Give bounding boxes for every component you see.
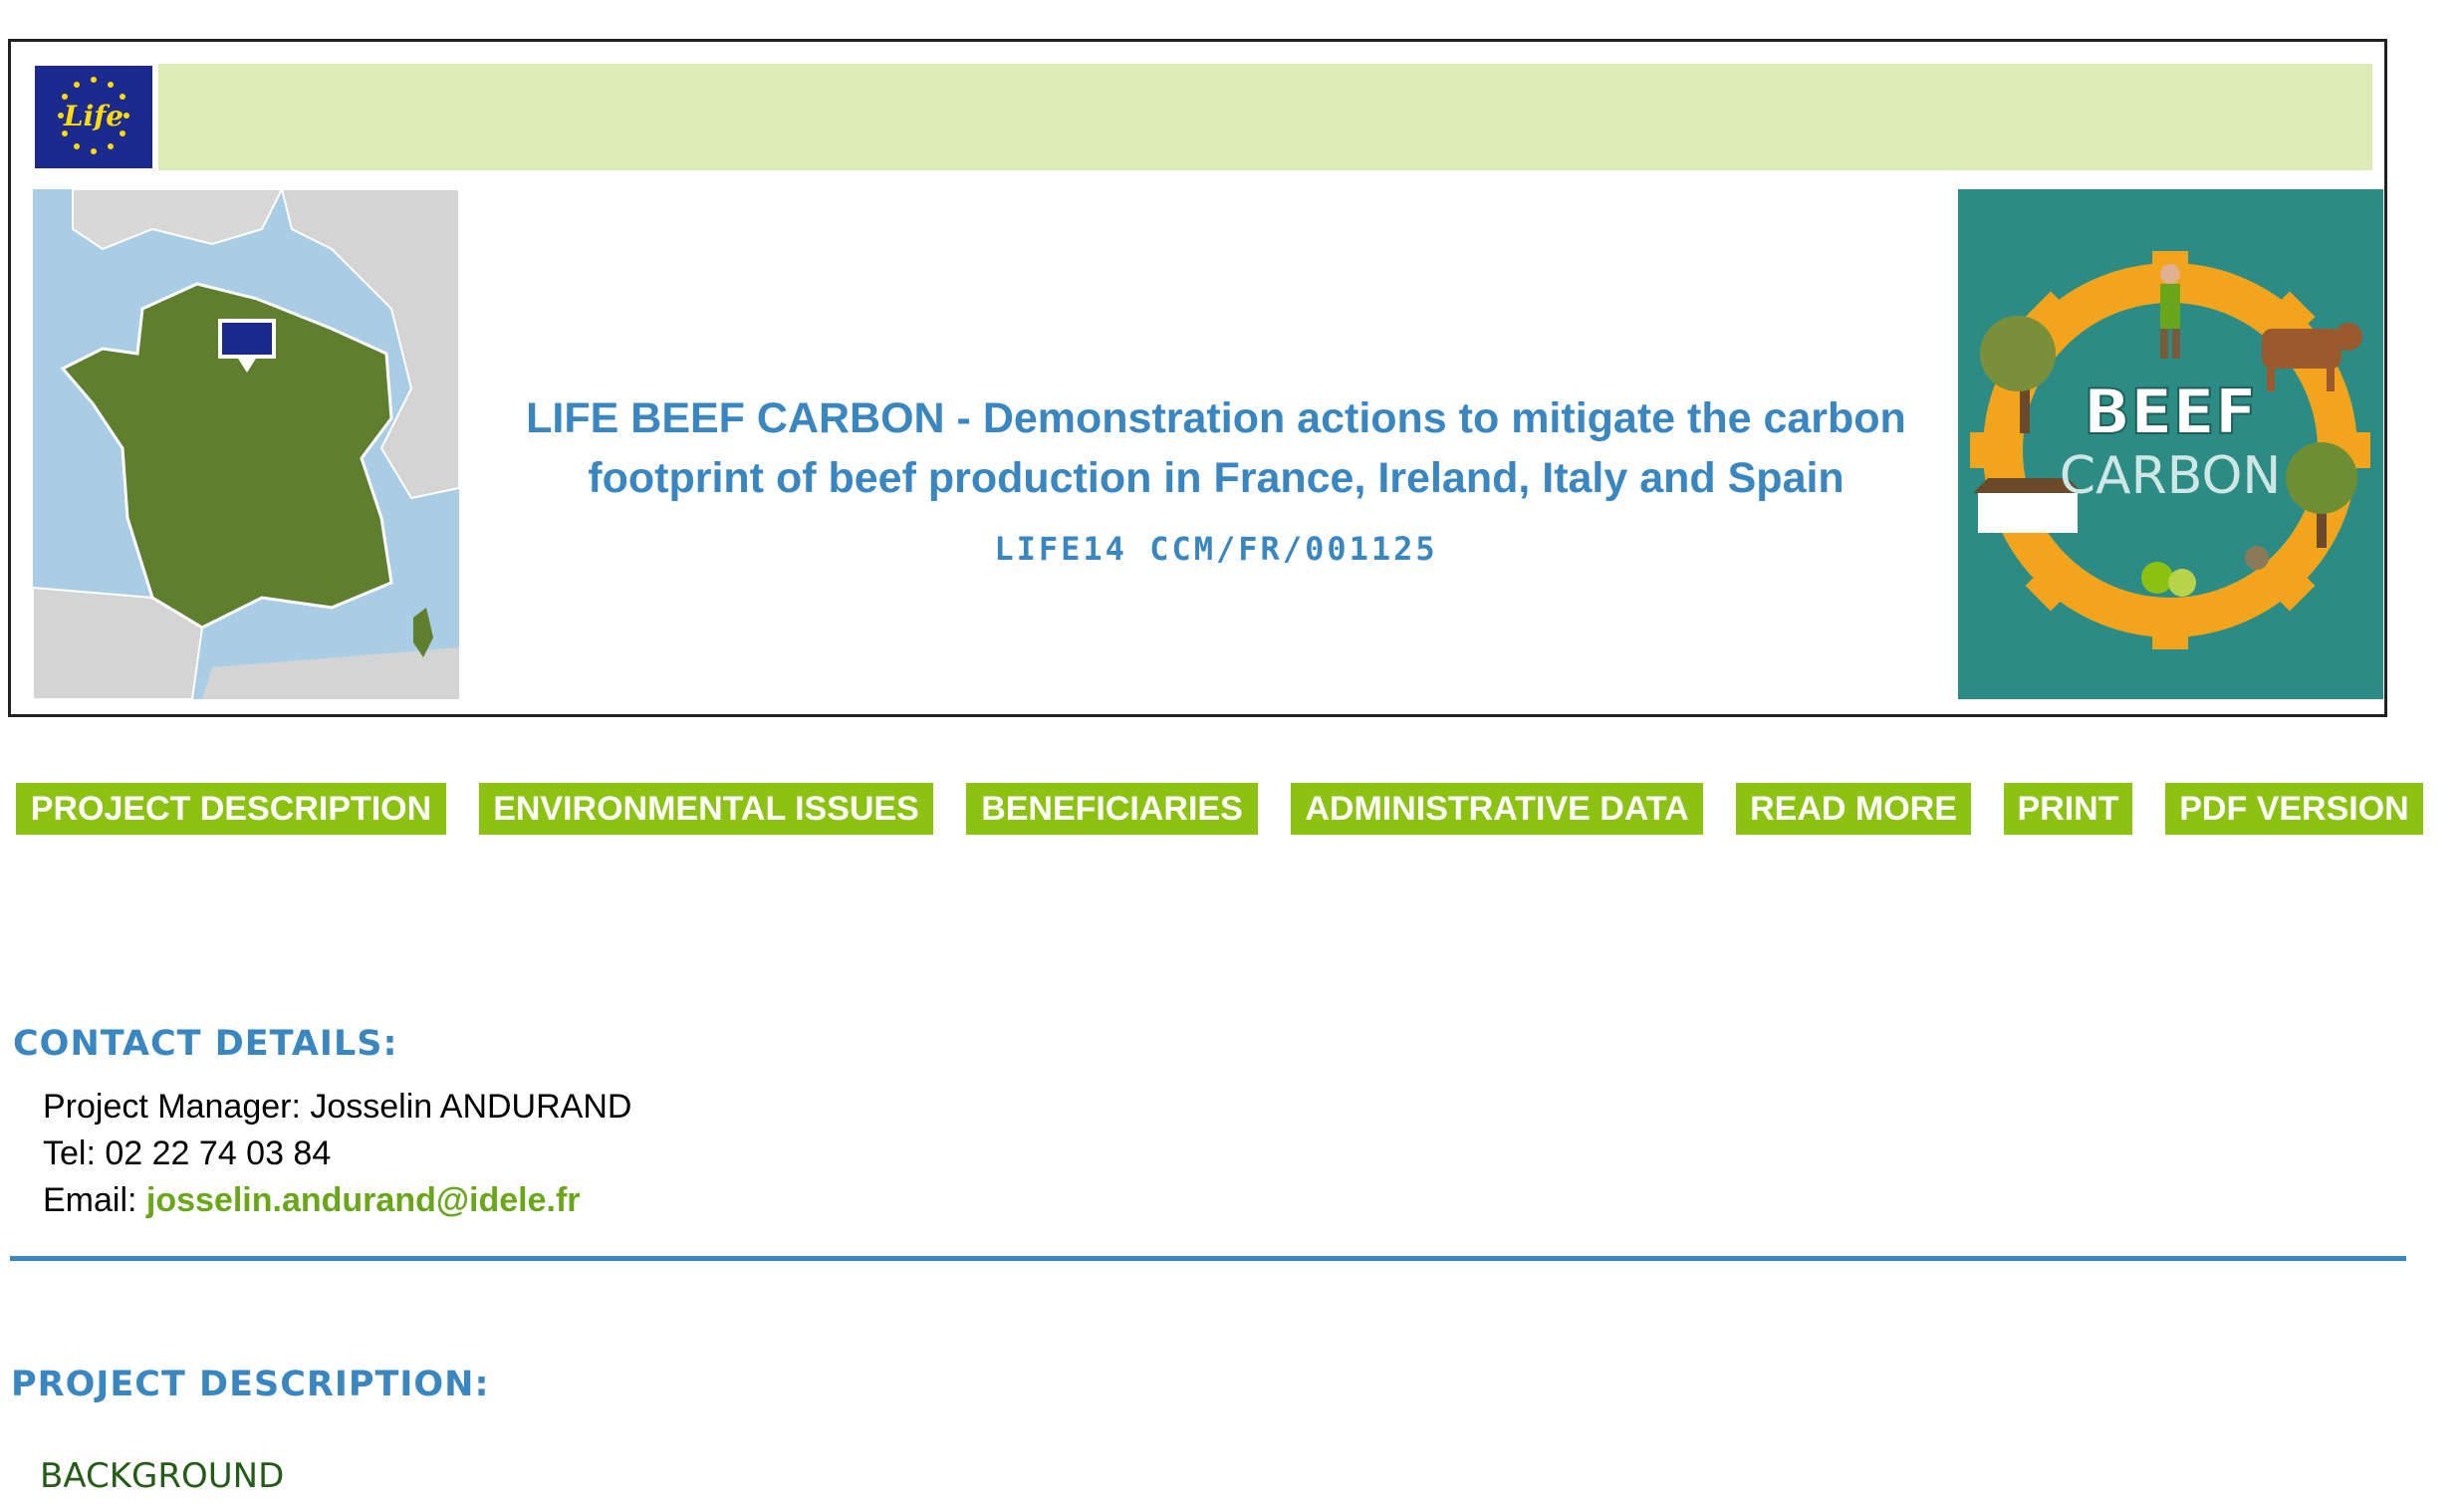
manager-label: Project Manager: [43,1088,301,1126]
project-header: Life LIFE BEEF CARBON - Demonstration ac… [8,39,2387,717]
contact-details: Project Manager: Josselin ANDURAND Tel: … [43,1084,631,1224]
beef-carbon-logo: BEEF CARBON [1958,189,2383,699]
nav-beneficiaries[interactable]: BENEFICIARIES [966,783,1258,835]
project-description-heading: PROJECT DESCRIPTION: [11,1365,490,1404]
nav-pdf-version[interactable]: PDF VERSION [2165,783,2423,835]
contact-details-heading: CONTACT DETAILS: [13,1024,398,1064]
contact-tel-row: Tel: 02 22 74 03 84 [43,1131,631,1177]
nav-read-more[interactable]: READ MORE [1736,783,1971,835]
beef-logo-line2: CARBON [2060,446,2282,506]
contact-manager-row: Project Manager: Josselin ANDURAND [43,1084,631,1131]
life-logo: Life [33,64,154,170]
location-map [33,189,459,699]
email-label: Email: [43,1181,137,1219]
nav-administrative-data[interactable]: ADMINISTRATIVE DATA [1291,783,1703,835]
beef-logo-line1: BEEF [2084,376,2257,448]
eu-stars-icon: Life [58,77,129,154]
manager-name: Josselin ANDURAND [310,1088,632,1126]
tel-label: Tel: [43,1134,96,1172]
contact-email-row: Email: josselin.andurand@idele.fr [43,1177,631,1224]
project-title: LIFE BEEF CARBON - Demonstration actions… [526,394,1906,502]
life-logo-text: Life [63,100,123,132]
nav-project-description[interactable]: PROJECT DESCRIPTION [16,783,446,835]
background-subheading: BACKGROUND [40,1456,285,1496]
project-code: LIFE14 CCM/FR/001125 [994,530,1438,568]
nav-print[interactable]: PRINT [2004,783,2132,835]
project-nav: PROJECT DESCRIPTION ENVIRONMENTAL ISSUES… [0,783,2464,835]
tel-value: 02 22 74 03 84 [105,1134,332,1172]
email-link[interactable]: josselin.andurand@idele.fr [146,1181,581,1219]
nav-environmental-issues[interactable]: ENVIRONMENTAL ISSUES [479,783,933,835]
header-banner-bar [158,64,2372,170]
project-title-area: LIFE BEEF CARBON - Demonstration actions… [479,189,1953,699]
section-divider [10,1256,2406,1261]
